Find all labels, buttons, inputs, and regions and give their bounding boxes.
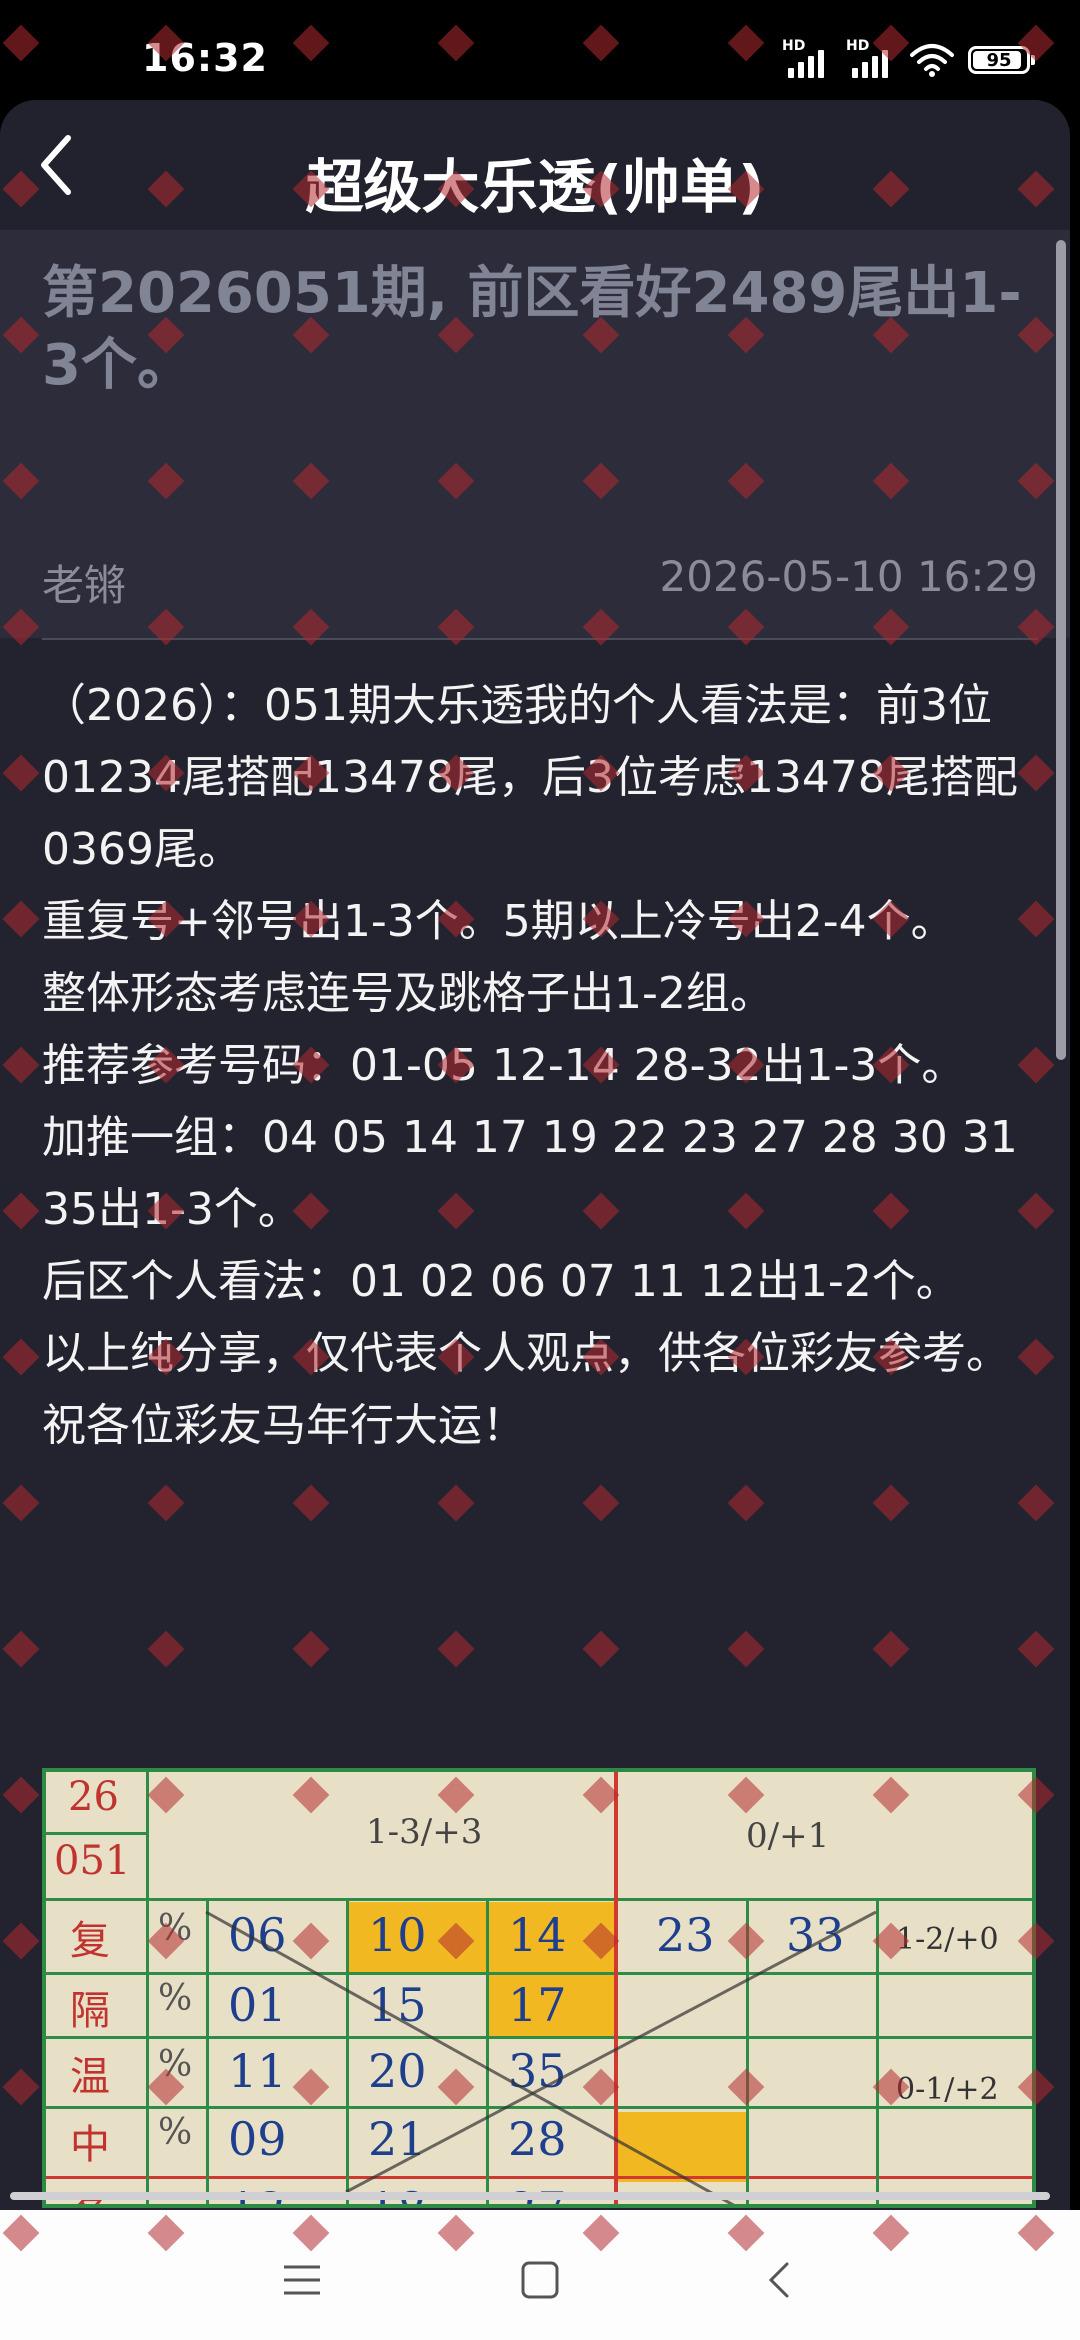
- signal-icon: HD: [846, 38, 896, 78]
- status-icons: HD HD 95: [782, 38, 1035, 80]
- home-square-icon: [521, 2261, 559, 2299]
- hand-drawn-lines: [205, 1910, 877, 2204]
- article-paragraph: 加推一组：04 05 14 17 19 22 23 27 28 30 31 35…: [42, 1112, 1018, 1235]
- article-paragraph: （2026）：051期大乐透我的个人看法是：前3位01234尾搭配13478尾，…: [42, 680, 1018, 875]
- article-paragraph: 后区个人看法：01 02 06 07 11 12出1-2个。: [42, 1256, 960, 1307]
- article-author[interactable]: 老锵: [42, 552, 126, 613]
- app-content: 超级大乐透(帅单) 第2026051期, 前区看好2489尾出1-3个。 老锵 …: [0, 100, 1070, 2210]
- menu-icon: [284, 2265, 320, 2295]
- home-button[interactable]: [510, 2250, 570, 2310]
- article-paragraph: 祝各位彩友马年行大运！: [42, 1400, 526, 1451]
- status-time: 16:32: [142, 36, 268, 80]
- page-title: 超级大乐透(帅单): [305, 153, 765, 221]
- horizontal-scrollbar[interactable]: [10, 2192, 1050, 2200]
- back-nav-button[interactable]: [748, 2250, 808, 2310]
- article-paragraph: 以上纯分享，仅代表个人观点，供各位彩友参考。: [42, 1328, 1010, 1379]
- article-paragraph: 推荐参考号码：01-05 12-14 28-32出1-3个。: [42, 1040, 966, 1091]
- battery-level: 95: [986, 49, 1012, 71]
- scrollbar[interactable]: [1056, 240, 1066, 1060]
- article-date: 2026-05-10 16:29: [659, 552, 1038, 601]
- menu-button[interactable]: [272, 2250, 332, 2310]
- article-header: 第2026051期, 前区看好2489尾出1-3个。 老锵 2026-05-10…: [0, 230, 1070, 638]
- article-title: 第2026051期, 前区看好2489尾出1-3个。: [42, 261, 1022, 398]
- status-bar: 16:32 HD HD 95: [0, 0, 1080, 110]
- wifi-icon: [910, 44, 954, 77]
- signal-icon: HD: [782, 38, 832, 78]
- chart-photo[interactable]: 26 051 1-3/+3 0/+1 复 隔 温 中 冬 % % % % 06 …: [42, 1768, 1036, 2208]
- article-paragraph: 重复号+邻号出1-3个。5期以上冷号出2-4个。: [42, 896, 955, 947]
- app-header: 超级大乐透(帅单): [0, 100, 1070, 230]
- article-body: （2026）：051期大乐透我的个人看法是：前3位01234尾搭配13478尾，…: [42, 670, 1042, 1462]
- divider: [42, 638, 1038, 640]
- back-chevron-icon: [768, 2262, 789, 2298]
- battery-icon: 95: [968, 46, 1035, 74]
- system-nav-bar: [0, 2210, 1080, 2340]
- article-paragraph: 整体形态考虑连号及跳格子出1-2组。: [42, 968, 774, 1019]
